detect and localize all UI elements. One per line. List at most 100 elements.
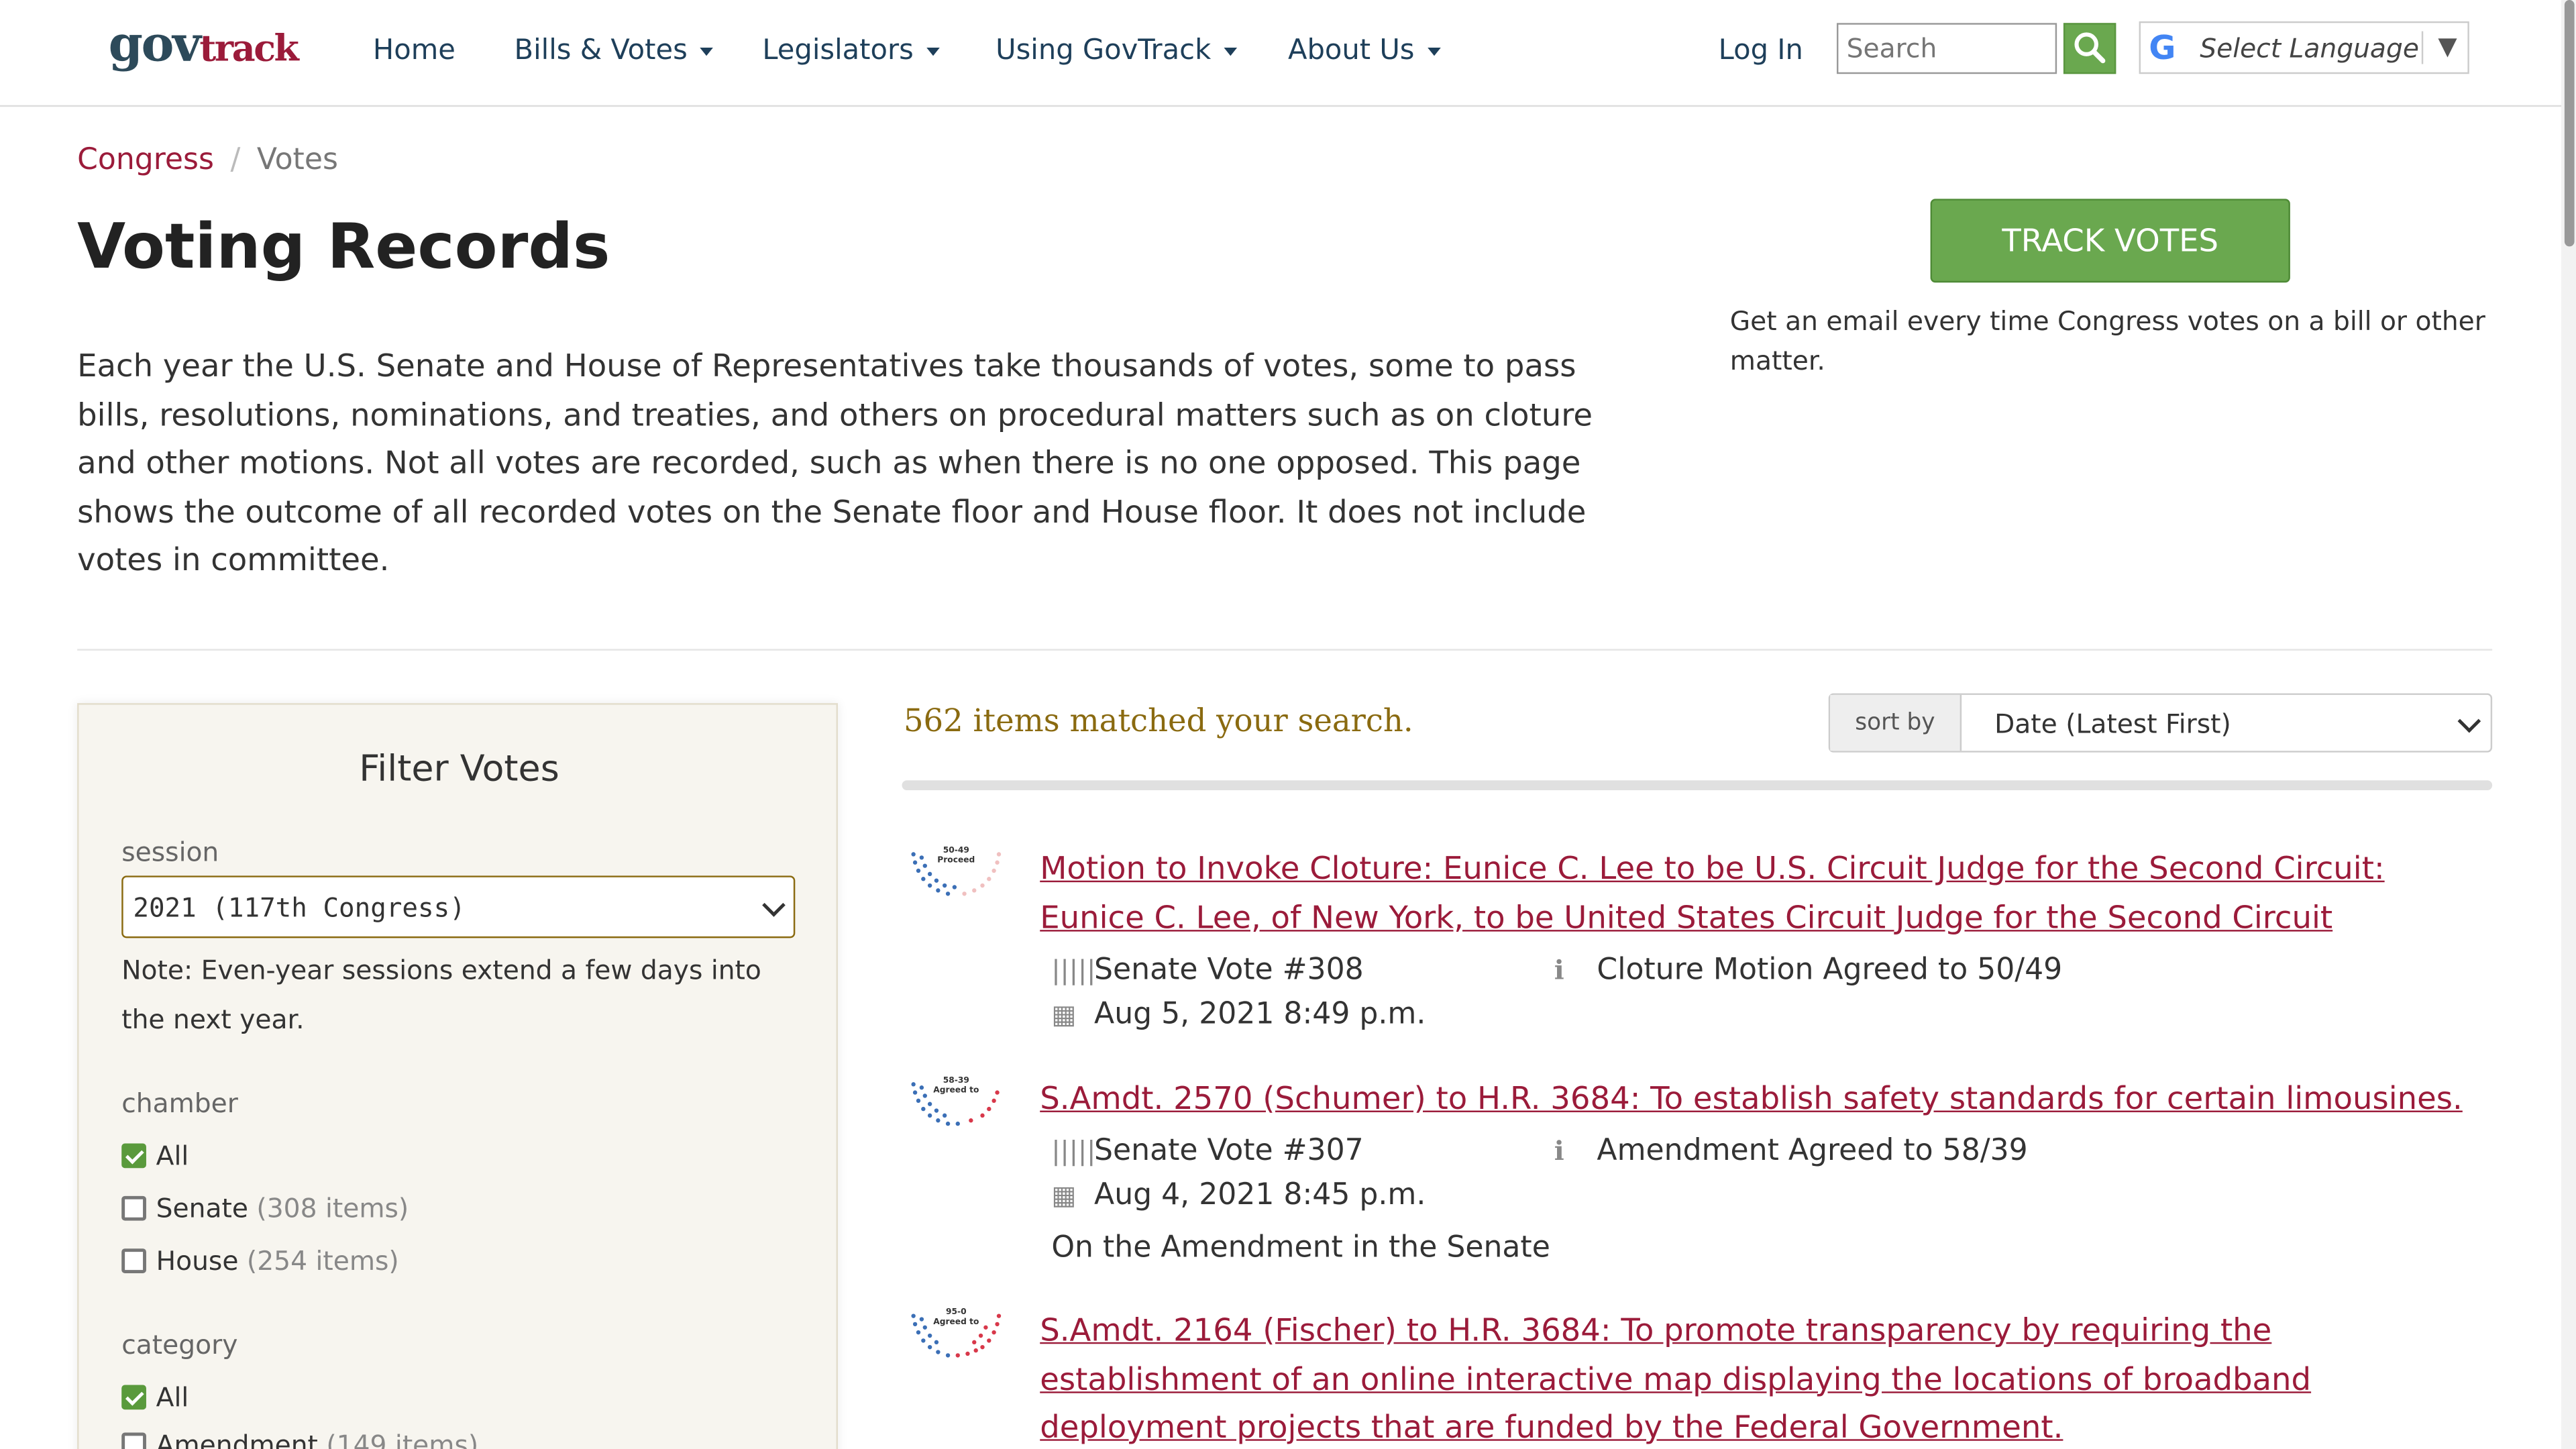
vote-result-text: Amendment Agreed to 58/39 — [1597, 1133, 2028, 1169]
thumb-tally: 50-49 — [943, 845, 969, 855]
vote-number: |||||Senate Vote #307 — [1051, 1134, 1363, 1168]
thumb-tally: 95-0 — [946, 1307, 967, 1316]
vote-date: ▦ Aug 5, 2021 8:49 p.m. — [1051, 998, 1426, 1032]
nav-bills-votes[interactable]: Bills & Votes — [515, 34, 714, 67]
nav-about-us[interactable]: About Us — [1288, 34, 1441, 67]
thumb-label: Agreed to — [933, 1317, 979, 1326]
nav-using-label: Using GovTrack — [996, 34, 1212, 68]
chevron-down-icon — [2457, 709, 2481, 733]
breadcrumb-current: Votes — [256, 143, 338, 178]
vote-question: On the Amendment in the Senate — [1051, 1230, 1550, 1265]
checkbox-count: (308 items) — [256, 1192, 409, 1224]
checkbox-label: House — [156, 1245, 239, 1277]
chevron-down-icon — [762, 894, 786, 917]
calendar-icon: ▦ — [1051, 998, 1077, 1030]
vote-result: ℹ Cloture Motion Agreed to 50/49 — [1554, 953, 2063, 987]
caret-down-icon — [1428, 46, 1441, 56]
barcode-icon: ||||| — [1051, 1135, 1096, 1167]
session-select[interactable]: 2021 (117th Congress) — [121, 875, 796, 938]
info-icon: ℹ — [1554, 1135, 1564, 1167]
vote-number: |||||Senate Vote #308 — [1051, 953, 1363, 987]
vote-title-link[interactable]: S.Amdt. 2164 (Fischer) to H.R. 3684: To … — [1040, 1307, 2485, 1449]
vote-title-link[interactable]: S.Amdt. 2570 (Schumer) to H.R. 3684: To … — [1040, 1076, 2485, 1124]
search-button[interactable] — [2063, 23, 2116, 74]
language-label: Select Language — [2200, 32, 2419, 64]
checkbox-label: All — [156, 1140, 189, 1172]
logo-track-text: track — [199, 28, 299, 71]
thumb-label: Proceed — [937, 855, 975, 865]
results-count: 562 items matched your search. — [903, 703, 1413, 740]
sort-by-value: Date (Latest First) — [1994, 708, 2231, 740]
nav-bills-label: Bills & Votes — [514, 34, 688, 68]
govtrack-logo[interactable]: govtrack — [108, 16, 299, 74]
login-link[interactable]: Log In — [1719, 34, 1803, 67]
dropdown-arrow-icon: ▼ — [2438, 31, 2457, 61]
google-g-icon: G — [2149, 28, 2176, 68]
session-note: Note: Even-year sessions extend a few da… — [121, 954, 761, 1034]
nav-home[interactable]: Home — [373, 34, 455, 67]
vote-date-text: Aug 4, 2021 8:45 p.m. — [1094, 1177, 1426, 1213]
vote-thumbnail[interactable]: 58-39 Agreed to — [904, 1071, 1007, 1137]
track-votes-note: Get an email every time Congress votes o… — [1729, 305, 2485, 376]
nav-using-govtrack[interactable]: Using GovTrack — [996, 34, 1238, 68]
category-label: category — [121, 1329, 238, 1360]
vote-thumbnail[interactable]: 50-49 Proceed — [904, 841, 1007, 907]
checkbox-icon — [121, 1432, 146, 1449]
checkbox-count: (149 items) — [326, 1429, 479, 1449]
thumb-tally: 58-39 — [943, 1075, 969, 1085]
category-all-checkbox[interactable]: All — [121, 1382, 189, 1413]
info-icon: ℹ — [1554, 954, 1564, 986]
vote-title-link[interactable]: Motion to Invoke Cloture: Eunice C. Lee … — [1040, 846, 2485, 943]
checkbox-checked-icon — [121, 1385, 146, 1410]
barcode-icon: ||||| — [1051, 954, 1096, 986]
results-progress-bar — [902, 780, 2493, 790]
nav-about-label: About Us — [1288, 34, 1415, 68]
breadcrumb-congress-link[interactable]: Congress — [77, 143, 214, 177]
checkbox-label: Amendment — [156, 1429, 318, 1449]
vote-number-text: Senate Vote #308 — [1094, 953, 1364, 987]
checkbox-count: (254 items) — [246, 1245, 399, 1277]
chamber-house-checkbox[interactable]: House (254 items) — [121, 1245, 399, 1277]
search-icon — [2074, 32, 2106, 64]
checkbox-icon — [121, 1195, 146, 1221]
intro-paragraph: Each year the U.S. Senate and House of R… — [77, 348, 1593, 579]
track-votes-button[interactable]: TRACK VOTES — [1930, 199, 2290, 283]
vote-result-text: Cloture Motion Agreed to 50/49 — [1597, 953, 2063, 987]
nav-legislators[interactable]: Legislators — [762, 34, 940, 67]
chamber-senate-checkbox[interactable]: Senate (308 items) — [121, 1193, 409, 1224]
vote-thumbnail[interactable]: 95-0 Agreed to — [904, 1303, 1007, 1368]
page-title: Voting Records — [77, 210, 610, 283]
nav-home-label: Home — [372, 34, 455, 68]
scrollbar-thumb[interactable] — [2564, 0, 2575, 247]
checkbox-label: All — [156, 1381, 189, 1413]
filter-title: Filter Votes — [359, 749, 559, 790]
breadcrumb-separator: / — [230, 143, 241, 178]
vote-date-text: Aug 5, 2021 8:49 p.m. — [1094, 997, 1426, 1032]
caret-down-icon — [1224, 46, 1238, 56]
nav-legislators-label: Legislators — [762, 34, 914, 68]
caret-down-icon — [926, 46, 940, 56]
session-label: session — [121, 836, 219, 868]
page-root: govtrack Home Bills & Votes Legislators … — [0, 0, 2576, 1449]
language-select[interactable]: G Select Language ▼ — [2139, 21, 2469, 74]
breadcrumb: Congress / Votes — [77, 143, 338, 177]
language-divider — [2421, 31, 2424, 64]
thumb-label: Agreed to — [933, 1085, 979, 1095]
filter-panel: Filter Votes session 2021 (117th Congres… — [77, 703, 838, 1449]
checkbox-label: Senate — [156, 1192, 248, 1224]
calendar-icon: ▦ — [1051, 1179, 1077, 1211]
logo-gov-text: gov — [108, 16, 201, 74]
chamber-label: chamber — [121, 1087, 238, 1119]
sort-by-control[interactable]: sort by Date (Latest First) — [1828, 693, 2493, 753]
checkbox-icon — [121, 1248, 146, 1273]
checkbox-checked-icon — [121, 1143, 146, 1169]
top-navbar: govtrack Home Bills & Votes Legislators … — [0, 0, 2576, 107]
vote-number-text: Senate Vote #307 — [1094, 1133, 1364, 1169]
vote-result: ℹ Amendment Agreed to 58/39 — [1554, 1134, 2028, 1168]
caret-down-icon — [700, 46, 714, 56]
chamber-all-checkbox[interactable]: All — [121, 1140, 189, 1172]
search-input[interactable] — [1836, 23, 2057, 74]
category-amendment-checkbox[interactable]: Amendment (149 items) — [121, 1430, 478, 1449]
sort-by-label: sort by — [1830, 694, 1962, 751]
session-select-value: 2021 (117th Congress) — [133, 892, 466, 924]
